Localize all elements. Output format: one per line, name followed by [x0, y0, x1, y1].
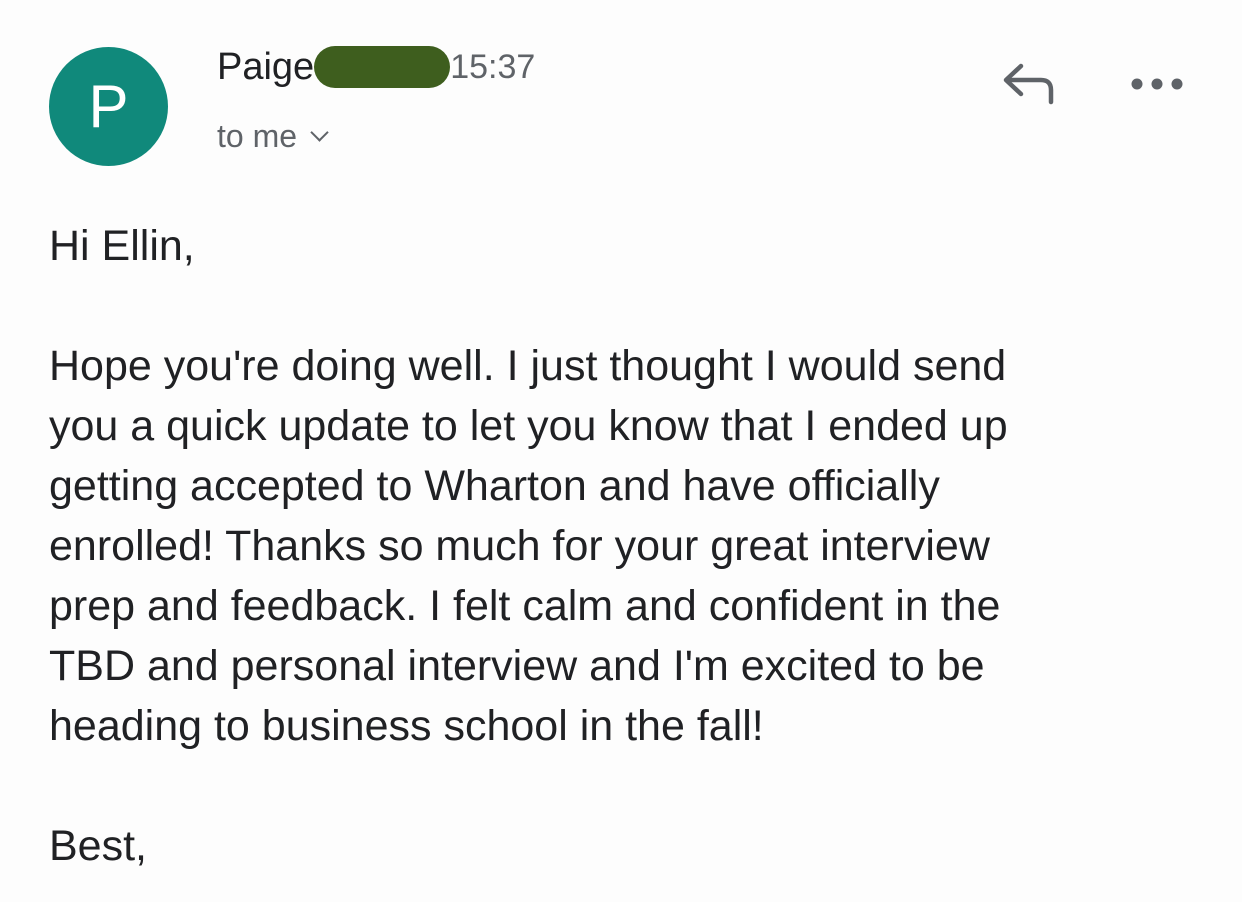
more-options-button[interactable] [1124, 64, 1190, 104]
message-paragraph: Hope you're doing well. I just thought I… [49, 336, 1219, 756]
chevron-down-icon [310, 122, 329, 142]
timestamp: 15:37 [450, 48, 536, 86]
message-line: TBD and personal interview and I'm excit… [49, 642, 985, 690]
avatar[interactable]: P [49, 47, 168, 166]
message-line: getting accepted to Wharton and have off… [49, 462, 940, 510]
three-dots-icon [1131, 78, 1183, 90]
signoff: Best, [49, 822, 147, 870]
recipient-toggle[interactable]: to me [217, 116, 329, 156]
message-line: you a quick update to let you know that … [49, 402, 1008, 450]
greeting: Hi Ellin, [49, 222, 195, 270]
recipient-label: to me [217, 117, 298, 154]
avatar-initial: P [88, 73, 129, 140]
redaction-mark [314, 46, 451, 88]
reply-arrow-icon [1003, 63, 1054, 105]
sender-name[interactable]: Paige [217, 44, 314, 90]
message-line: heading to business school in the fall! [49, 702, 764, 750]
message-line: prep and feedback. I felt calm and confi… [49, 582, 1001, 630]
message-body: Hi Ellin, Hope you're doing well. I just… [49, 216, 1219, 876]
reply-button[interactable] [995, 56, 1061, 112]
sender-line: Paige 15:37 [217, 44, 535, 90]
message-line: enrolled! Thanks so much for your great … [49, 522, 990, 570]
message-line: Hope you're doing well. I just thought I… [49, 342, 1007, 390]
email-view: P Paige 15:37 to me Hi Ellin, Hope you'r… [0, 0, 1242, 902]
